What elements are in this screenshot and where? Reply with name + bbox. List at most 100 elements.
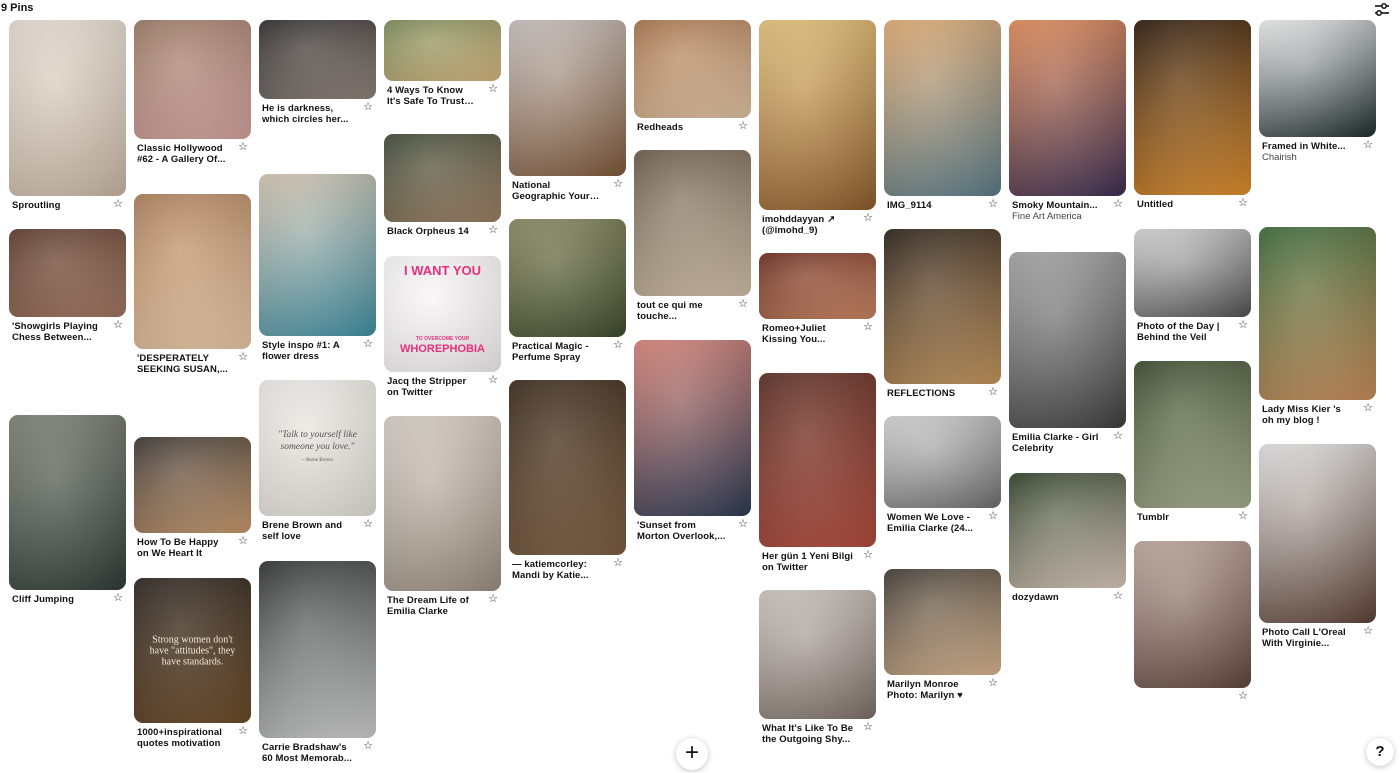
pin-image[interactable]: [634, 340, 751, 516]
pin-image[interactable]: [134, 194, 251, 349]
pin-card[interactable]: 'Showgirls Playing Chess Between... ☆: [9, 229, 126, 343]
pin-image[interactable]: [1009, 252, 1126, 428]
pin-image[interactable]: [134, 437, 251, 533]
pin-card[interactable]: Emilia Clarke - Girl Celebrity ☆: [1009, 252, 1126, 454]
pin-image[interactable]: [259, 561, 376, 738]
star-icon[interactable]: ☆: [987, 510, 999, 522]
pin-card[interactable]: "Talk to yourself like someone you love.…: [259, 380, 376, 542]
pin-card[interactable]: Strong women don't have "attitudes", the…: [134, 578, 251, 749]
star-icon[interactable]: ☆: [362, 518, 374, 530]
star-icon[interactable]: ☆: [1112, 430, 1124, 442]
pin-image[interactable]: [509, 219, 626, 337]
pin-card[interactable]: 'DESPERATELY SEEKING SUSAN,... ☆: [134, 194, 251, 375]
star-icon[interactable]: ☆: [237, 141, 249, 153]
star-icon[interactable]: ☆: [1237, 319, 1249, 331]
star-icon[interactable]: ☆: [362, 740, 374, 752]
pin-card[interactable]: How To Be Happy on We Heart It ☆: [134, 437, 251, 559]
star-icon[interactable]: ☆: [862, 212, 874, 224]
pin-image[interactable]: [9, 229, 126, 317]
pin-card[interactable]: Framed in White... Chairish ☆: [1259, 20, 1376, 163]
star-icon[interactable]: ☆: [1112, 590, 1124, 602]
pin-image[interactable]: [884, 20, 1001, 196]
star-icon[interactable]: ☆: [987, 677, 999, 689]
pin-image[interactable]: [134, 20, 251, 139]
pin-card[interactable]: — katiemcorley: Mandi by Katie... ☆: [509, 380, 626, 581]
star-icon[interactable]: ☆: [987, 198, 999, 210]
star-icon[interactable]: ☆: [1112, 198, 1124, 210]
pin-image[interactable]: [1134, 541, 1251, 688]
pin-card[interactable]: Cliff Jumping ☆: [9, 415, 126, 605]
pin-image[interactable]: [1259, 444, 1376, 623]
pin-image[interactable]: [1009, 20, 1126, 196]
pin-card[interactable]: Smoky Mountain... Fine Art America ☆: [1009, 20, 1126, 222]
help-button[interactable]: ?: [1366, 738, 1394, 766]
pin-card[interactable]: National Geographic Your Shot ☆: [509, 20, 626, 202]
star-icon[interactable]: ☆: [487, 593, 499, 605]
star-icon[interactable]: ☆: [487, 374, 499, 386]
pin-card[interactable]: tout ce qui me touche... ☆: [634, 150, 751, 322]
pin-card[interactable]: Women We Love - Emilia Clarke (24... ☆: [884, 416, 1001, 534]
star-icon[interactable]: ☆: [862, 549, 874, 561]
star-icon[interactable]: ☆: [1362, 402, 1374, 414]
pin-image[interactable]: [1134, 20, 1251, 195]
pin-image[interactable]: [259, 20, 376, 99]
star-icon[interactable]: ☆: [1237, 690, 1249, 702]
add-pin-button[interactable]: +: [676, 738, 708, 770]
star-icon[interactable]: ☆: [1237, 510, 1249, 522]
star-icon[interactable]: ☆: [1237, 197, 1249, 209]
star-icon[interactable]: ☆: [237, 535, 249, 547]
star-icon[interactable]: ☆: [112, 198, 124, 210]
pin-card[interactable]: Her gün 1 Yeni Bilgi on Twitter ☆: [759, 373, 876, 573]
star-icon[interactable]: ☆: [487, 83, 499, 95]
pin-card[interactable]: ☆: [1134, 541, 1251, 704]
star-icon[interactable]: ☆: [737, 518, 749, 530]
pin-card[interactable]: Practical Magic - Perfume Spray ☆: [509, 219, 626, 363]
pin-card[interactable]: Black Orpheus 14 ☆: [384, 134, 501, 237]
pin-image[interactable]: [634, 150, 751, 296]
star-icon[interactable]: ☆: [112, 592, 124, 604]
star-icon[interactable]: ☆: [112, 319, 124, 331]
pin-image[interactable]: [884, 416, 1001, 508]
pin-image[interactable]: [634, 20, 751, 118]
pin-image[interactable]: [1259, 20, 1376, 137]
pin-card[interactable]: imohddayyan ↗ (@imohd_9) ☆: [759, 20, 876, 236]
pin-image[interactable]: [9, 20, 126, 196]
pin-image[interactable]: [509, 20, 626, 176]
pin-card[interactable]: Lady Miss Kier 's oh my blog ! ☆: [1259, 227, 1376, 426]
star-icon[interactable]: ☆: [612, 557, 624, 569]
pin-image[interactable]: [759, 590, 876, 719]
pin-image[interactable]: [1009, 473, 1126, 588]
pin-card[interactable]: REFLECTIONS ☆: [884, 229, 1001, 399]
star-icon[interactable]: ☆: [987, 386, 999, 398]
pin-card[interactable]: dozydawn ☆: [1009, 473, 1126, 603]
pin-card[interactable]: Untitled ☆: [1134, 20, 1251, 210]
pin-image[interactable]: [384, 20, 501, 81]
pin-image[interactable]: [884, 569, 1001, 675]
star-icon[interactable]: ☆: [487, 224, 499, 236]
pin-image[interactable]: [1259, 227, 1376, 400]
star-icon[interactable]: ☆: [862, 721, 874, 733]
pin-card[interactable]: IMG_9114 ☆: [884, 20, 1001, 211]
pin-image[interactable]: [384, 134, 501, 222]
pin-card[interactable]: He is darkness, which circles her... ☆: [259, 20, 376, 125]
pin-card[interactable]: Classic Hollywood #62 - A Gallery Of... ☆: [134, 20, 251, 165]
pin-image[interactable]: "Talk to yourself like someone you love.…: [259, 380, 376, 516]
pin-card[interactable]: 4 Ways To Know It's Safe To Trust Agai..…: [384, 20, 501, 107]
star-icon[interactable]: ☆: [612, 178, 624, 190]
pin-image[interactable]: [384, 416, 501, 591]
star-icon[interactable]: ☆: [862, 321, 874, 333]
pin-image[interactable]: [509, 380, 626, 555]
pin-image[interactable]: [259, 174, 376, 336]
star-icon[interactable]: ☆: [237, 725, 249, 737]
pin-card[interactable]: Tumblr ☆: [1134, 361, 1251, 523]
pin-image[interactable]: [759, 20, 876, 210]
pin-image[interactable]: [1134, 361, 1251, 508]
pin-image[interactable]: [759, 253, 876, 319]
star-icon[interactable]: ☆: [1362, 625, 1374, 637]
star-icon[interactable]: ☆: [737, 120, 749, 132]
star-icon[interactable]: ☆: [237, 351, 249, 363]
pin-image[interactable]: I WANT YOU TO OVERCOME YOUR WHOREPHOBIA: [384, 256, 501, 372]
pin-card[interactable]: What It's Like To Be the Outgoing Shy...…: [759, 590, 876, 745]
pin-image[interactable]: [1134, 229, 1251, 317]
star-icon[interactable]: ☆: [362, 101, 374, 113]
